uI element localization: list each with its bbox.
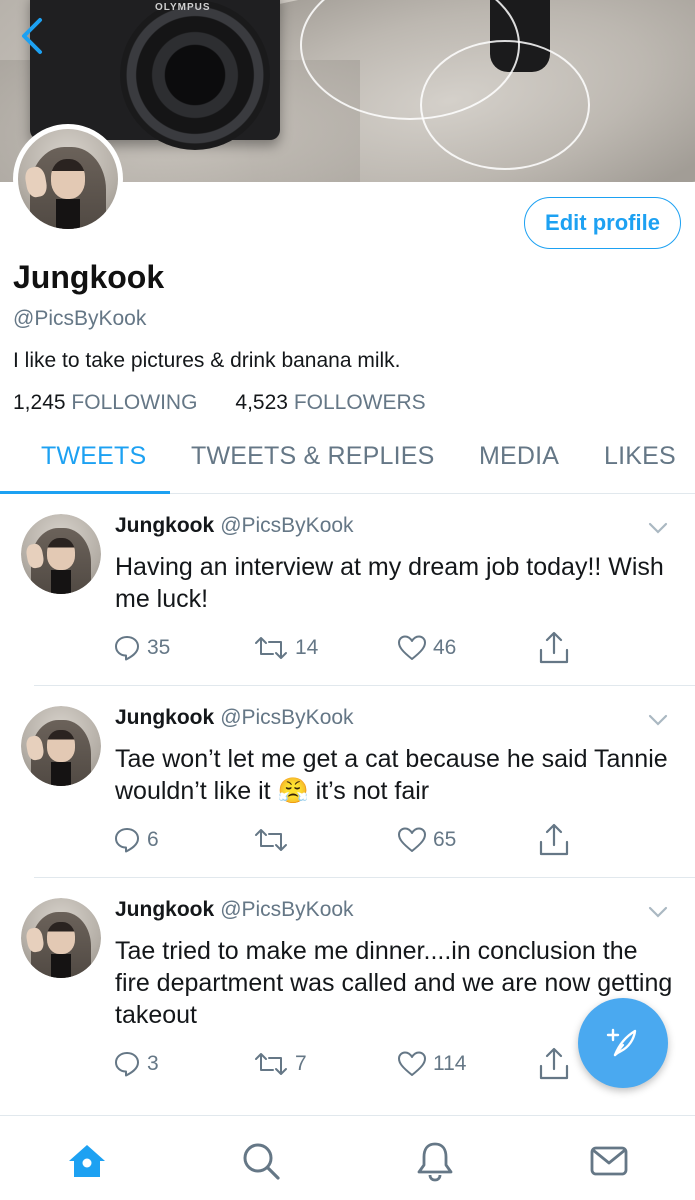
share-button[interactable]	[537, 1046, 571, 1082]
like-count: 65	[433, 828, 457, 851]
like-count: 46	[433, 636, 457, 659]
profile-handle: @PicsByKook	[13, 307, 147, 330]
tweet-avatar[interactable]	[21, 514, 101, 594]
tweet[interactable]: Jungkook @PicsByKook Having an interview …	[0, 494, 695, 686]
tweet-author-handle[interactable]: @PicsByKook	[220, 706, 353, 729]
nav-search[interactable]	[238, 1138, 284, 1184]
profile-avatar[interactable]	[13, 124, 123, 234]
tweet-actions: 3 7 114	[113, 1047, 583, 1086]
home-icon	[69, 1145, 105, 1177]
tweet-author-name[interactable]: Jungkook	[115, 514, 214, 537]
tweet-text: Having an interview at my dream job toda…	[115, 553, 664, 613]
reply-count: 35	[147, 636, 171, 659]
retweet-icon	[255, 1053, 287, 1075]
mail-icon	[590, 1146, 628, 1176]
tab-tweets[interactable]: TWEETS	[41, 442, 146, 471]
nav-notifications[interactable]	[412, 1138, 458, 1184]
tweet-text: Tae won’t let me get a cat because he sa…	[115, 745, 668, 805]
share-button[interactable]	[537, 630, 571, 666]
camera-brand-text: OLYMPUS	[155, 2, 211, 13]
reply-bubble-icon	[115, 636, 139, 661]
reply-count: 6	[147, 828, 159, 851]
tweet-actions: 35 14 46	[113, 631, 583, 670]
following-count: 1,245	[13, 391, 66, 414]
retweet-icon	[255, 829, 287, 851]
back-button[interactable]	[14, 14, 54, 58]
heart-icon	[398, 1051, 426, 1076]
like-button[interactable]: 114	[397, 1050, 466, 1078]
share-icon	[539, 631, 569, 664]
reply-bubble-icon	[115, 1052, 139, 1077]
tweet-author-handle[interactable]: @PicsByKook	[220, 514, 353, 537]
reply-button[interactable]: 3	[113, 1050, 159, 1078]
tweet[interactable]: Jungkook @PicsByKook Tae won’t let me get…	[0, 686, 695, 878]
retweet-count: 14	[295, 636, 319, 659]
tweet-header: Jungkook @PicsByKook	[115, 898, 354, 922]
retweet-button[interactable]: 7	[253, 1050, 307, 1078]
search-icon	[243, 1143, 280, 1180]
followers-stat[interactable]: 4,523 FOLLOWERS	[235, 391, 425, 415]
reply-bubble-icon	[115, 828, 139, 853]
tweet-author-handle[interactable]: @PicsByKook	[220, 898, 353, 921]
tweet-author-name[interactable]: Jungkook	[115, 898, 214, 921]
retweet-icon	[255, 637, 287, 659]
compose-feather-icon	[606, 1028, 637, 1057]
tab-tweets-replies[interactable]: TWEETS & REPLIES	[191, 442, 435, 471]
bell-icon	[417, 1142, 453, 1182]
tweet-avatar[interactable]	[21, 706, 101, 786]
reply-count: 3	[147, 1052, 159, 1075]
tab-likes[interactable]: LIKES	[604, 442, 676, 471]
like-button[interactable]: 65	[397, 826, 456, 854]
camera-lens-image	[120, 0, 270, 150]
chevron-down-icon[interactable]	[648, 905, 668, 919]
chevron-down-icon[interactable]	[648, 521, 668, 535]
reply-button[interactable]: 6	[113, 826, 159, 854]
compose-tweet-button[interactable]	[578, 998, 668, 1088]
share-icon	[539, 823, 569, 856]
like-count: 114	[433, 1052, 467, 1075]
tweet-header: Jungkook @PicsByKook	[115, 706, 354, 730]
following-label: FOLLOWING	[71, 391, 198, 414]
heart-icon	[398, 635, 426, 660]
profile-stats: 1,245 FOLLOWING 4,523 FOLLOWERS	[13, 391, 426, 415]
tweet-avatar[interactable]	[21, 898, 101, 978]
retweet-count: 7	[295, 1052, 307, 1075]
share-button[interactable]	[537, 822, 571, 858]
nav-home[interactable]	[64, 1138, 110, 1184]
followers-label: FOLLOWERS	[293, 391, 426, 414]
tweet-author-name[interactable]: Jungkook	[115, 706, 214, 729]
following-stat[interactable]: 1,245 FOLLOWING	[13, 391, 197, 415]
share-icon	[539, 1047, 569, 1080]
heart-icon	[398, 827, 426, 852]
retweet-button[interactable]: 14	[253, 634, 318, 662]
tweet-header: Jungkook @PicsByKook	[115, 514, 354, 538]
tab-media[interactable]: MEDIA	[479, 442, 559, 471]
followers-count: 4,523	[235, 391, 288, 414]
reply-button[interactable]: 35	[113, 634, 170, 662]
chevron-down-icon[interactable]	[648, 713, 668, 727]
earphone-cable	[420, 40, 590, 170]
edit-profile-button[interactable]: Edit profile	[524, 197, 681, 249]
profile-bio: I like to take pictures & drink banana m…	[13, 349, 401, 372]
profile-name: Jungkook	[13, 259, 165, 295]
bottom-navigation	[0, 1115, 695, 1200]
retweet-button[interactable]	[253, 826, 295, 854]
like-button[interactable]: 46	[397, 634, 456, 662]
chevron-left-icon	[22, 18, 42, 54]
profile-tabs: TWEETS TWEETS & REPLIES MEDIA LIKES	[0, 432, 695, 494]
avatar-image	[18, 129, 118, 229]
nav-messages[interactable]	[586, 1138, 632, 1184]
tweet-actions: 6 65	[113, 823, 583, 862]
